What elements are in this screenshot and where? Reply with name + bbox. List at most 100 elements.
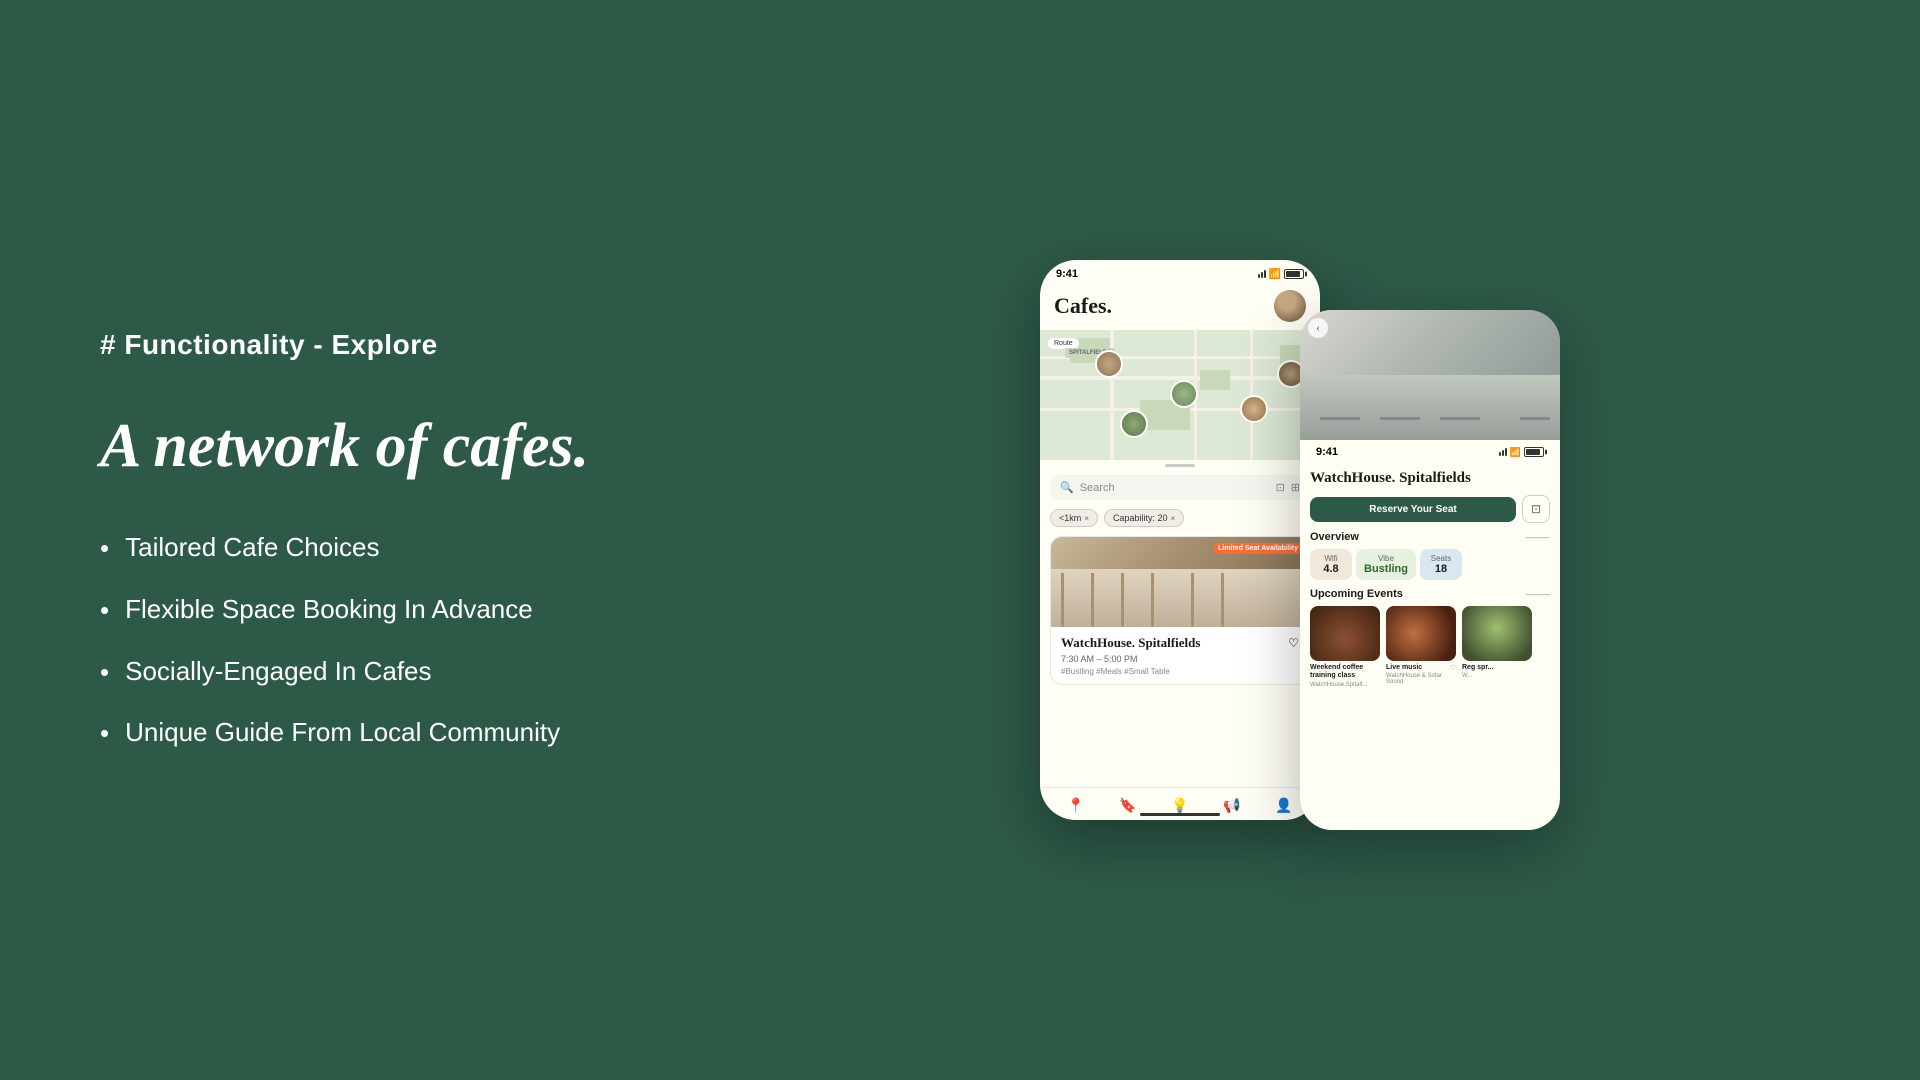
left-content: # Functionality - Explore A network of c…	[0, 249, 680, 831]
cafe-card-bookmark-icon[interactable]: ♡	[1288, 636, 1299, 651]
map-area[interactable]: Route SPITALFIELDS	[1040, 330, 1320, 460]
section-tag: # Functionality - Explore	[100, 329, 600, 361]
overview-title: Overview	[1310, 531, 1359, 543]
wifi-label: Wifi	[1318, 554, 1344, 563]
battery-icon	[1284, 269, 1304, 279]
event-card-2[interactable]: Live music ♡ WatchHouse & Sofar Sound	[1386, 606, 1456, 688]
phones-container: 9:41 📶 Cafes.	[680, 0, 1920, 1080]
cafe-card-image: Limited Seat Availability	[1051, 537, 1309, 627]
event-subtitle-3: W...	[1462, 673, 1532, 679]
bullet-1: •	[100, 532, 109, 566]
cafe-card[interactable]: Limited Seat Availability WatchHouse. Sp…	[1050, 536, 1310, 685]
bullet-2: •	[100, 594, 109, 628]
cafe-card-name-row: WatchHouse. Spitalfields ♡	[1061, 635, 1299, 651]
phone2-signal-icon: 📶	[1510, 447, 1521, 458]
map-pin-5[interactable]	[1120, 410, 1148, 438]
main-heading: A network of cafes.	[100, 411, 600, 482]
feature-text-2: Flexible Space Booking In Advance	[125, 594, 533, 625]
vibe-value: Bustling	[1364, 563, 1408, 575]
event-img-inner-1	[1310, 606, 1380, 661]
nav-social[interactable]: 📢	[1222, 796, 1242, 816]
event-card-1[interactable]: Weekend coffee training class WatchHouse…	[1310, 606, 1380, 688]
event-subtitle-1: WatchHouse.Spitalf...	[1310, 682, 1380, 688]
event-bookmark-2[interactable]: ♡	[1450, 664, 1456, 672]
events-grid: Weekend coffee training class WatchHouse…	[1310, 606, 1550, 688]
back-button[interactable]: ‹	[1308, 318, 1328, 338]
phone-1: 9:41 📶 Cafes.	[1040, 260, 1320, 820]
phone2-body: WatchHouse. Spitalfields Reserve Your Se…	[1300, 462, 1560, 696]
feature-item-2: • Flexible Space Booking In Advance	[100, 594, 600, 628]
phone2-status-bar: 9:41 📶	[1300, 440, 1560, 462]
cafe-card-tags: #Bustling #Meals #Small Table	[1061, 667, 1299, 676]
map-pin-3[interactable]	[1240, 395, 1268, 423]
feature-text-3: Socially-Engaged In Cafes	[125, 656, 431, 687]
filter-tag-capability[interactable]: Capability: 20 ×	[1104, 509, 1184, 527]
seats-value: 18	[1428, 563, 1454, 575]
cafe-card-info: WatchHouse. Spitalfields ♡ 7:30 AM – 5:0…	[1051, 627, 1309, 684]
cafe-card-name-text: WatchHouse. Spitalfields	[1061, 635, 1200, 651]
seats-label: Seats	[1428, 554, 1454, 563]
detail-bookmark-button[interactable]: ⊡	[1522, 495, 1550, 523]
column-3	[1121, 573, 1124, 627]
calendar-icon[interactable]: ⊡	[1276, 481, 1285, 494]
filter-tag-distance[interactable]: <1km ×	[1050, 509, 1098, 527]
vibe-tag: Vibe Bustling	[1356, 549, 1416, 580]
event-title-1: Weekend coffee training class	[1310, 664, 1380, 681]
filter-tag-distance-close[interactable]: ×	[1084, 514, 1089, 523]
events-header: Upcoming Events ———	[1310, 588, 1550, 600]
event-subtitle-2: WatchHouse & Sofar Sound	[1386, 673, 1456, 685]
map-pin-1[interactable]	[1095, 350, 1123, 378]
filter-tag-distance-label: <1km	[1059, 513, 1081, 523]
column-5	[1191, 573, 1194, 627]
phone2-status-icons: 📶	[1499, 447, 1544, 458]
phone1-time: 9:41	[1056, 268, 1078, 280]
phone2-battery-icon	[1524, 447, 1544, 457]
wifi-icon: 📶	[1269, 269, 1281, 280]
wifi-signal-icon	[1258, 270, 1266, 278]
page-container: # Functionality - Explore A network of c…	[0, 0, 1920, 1080]
filter-icon[interactable]: ⊞	[1291, 481, 1300, 494]
reserve-button[interactable]: Reserve Your Seat	[1310, 497, 1516, 522]
seats-tag: Seats 18	[1420, 549, 1462, 580]
table-3	[1440, 417, 1480, 420]
events-see-all[interactable]: ———	[1526, 590, 1550, 599]
event-image-3	[1462, 606, 1532, 661]
hero-lower	[1300, 375, 1560, 440]
event-title-row-2: Live music ♡	[1386, 664, 1456, 672]
phone1-status-icons: 📶	[1258, 269, 1304, 280]
search-icon: 🔍	[1060, 481, 1074, 494]
table-1	[1320, 417, 1360, 420]
search-bar[interactable]: 🔍 Search ⊡ ⊞	[1050, 475, 1310, 500]
filter-tag-capability-close[interactable]: ×	[1170, 514, 1175, 523]
event-img-inner-3	[1462, 606, 1532, 661]
phone2-hero: ‹	[1300, 310, 1560, 440]
map-background: Route SPITALFIELDS	[1040, 330, 1320, 460]
event-img-inner-2	[1386, 606, 1456, 661]
scroll-indicator	[1040, 460, 1320, 471]
feature-text-4: Unique Guide From Local Community	[125, 717, 560, 748]
feature-text-1: Tailored Cafe Choices	[125, 532, 379, 563]
events-title: Upcoming Events	[1310, 588, 1403, 600]
filter-tag-capability-label: Capability: 20	[1113, 513, 1168, 523]
nav-location[interactable]: 📍	[1066, 796, 1086, 816]
event-image-2	[1386, 606, 1456, 661]
overview-header: Overview ———	[1310, 531, 1550, 543]
column-1	[1061, 573, 1064, 627]
nav-profile[interactable]: 👤	[1274, 796, 1294, 816]
column-4	[1151, 573, 1154, 627]
availability-badge: Limited Seat Availability	[1213, 543, 1303, 554]
column-2	[1091, 573, 1094, 627]
phone2-time: 9:41	[1316, 446, 1338, 458]
phone1-header: Cafes.	[1040, 284, 1320, 330]
event-card-3[interactable]: Reg spr... W...	[1462, 606, 1532, 688]
search-action-icons: ⊡ ⊞	[1276, 481, 1300, 494]
feature-item-1: • Tailored Cafe Choices	[100, 532, 600, 566]
map-pin-2[interactable]	[1170, 380, 1198, 408]
phone1-title: Cafes.	[1054, 293, 1112, 319]
cafe-detail-name: WatchHouse. Spitalfields	[1310, 470, 1550, 487]
event-title-3: Reg spr...	[1462, 664, 1532, 672]
nav-bookmark[interactable]: 🔖	[1118, 796, 1138, 816]
column-6	[1221, 573, 1224, 627]
overview-see-all[interactable]: ———	[1526, 533, 1550, 542]
bullet-3: •	[100, 656, 109, 690]
